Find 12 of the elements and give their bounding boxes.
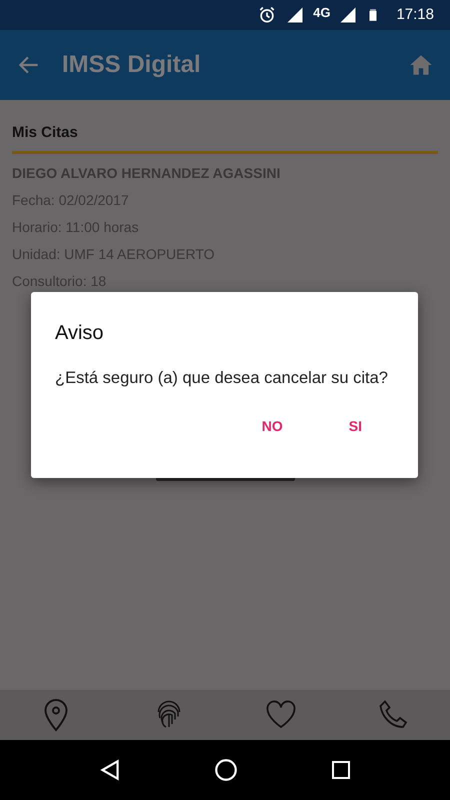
dialog-message: ¿Está seguro (a) que desea cancelar su cita? — [55, 368, 389, 388]
clock: 17:18 — [396, 4, 434, 25]
recents-icon[interactable] — [329, 758, 353, 782]
section-title: Mis Citas — [12, 122, 438, 154]
network-label: 4G — [313, 4, 330, 22]
home-circle-icon[interactable] — [213, 757, 239, 783]
app-title: IMSS Digital — [62, 50, 202, 80]
dialog-button[interactable]: NO — [252, 410, 293, 443]
signal-icon — [338, 5, 358, 25]
dialog-button[interactable]: SI — [338, 410, 372, 443]
signal-icon — [285, 5, 306, 25]
dialog-title: Aviso — [55, 321, 105, 346]
